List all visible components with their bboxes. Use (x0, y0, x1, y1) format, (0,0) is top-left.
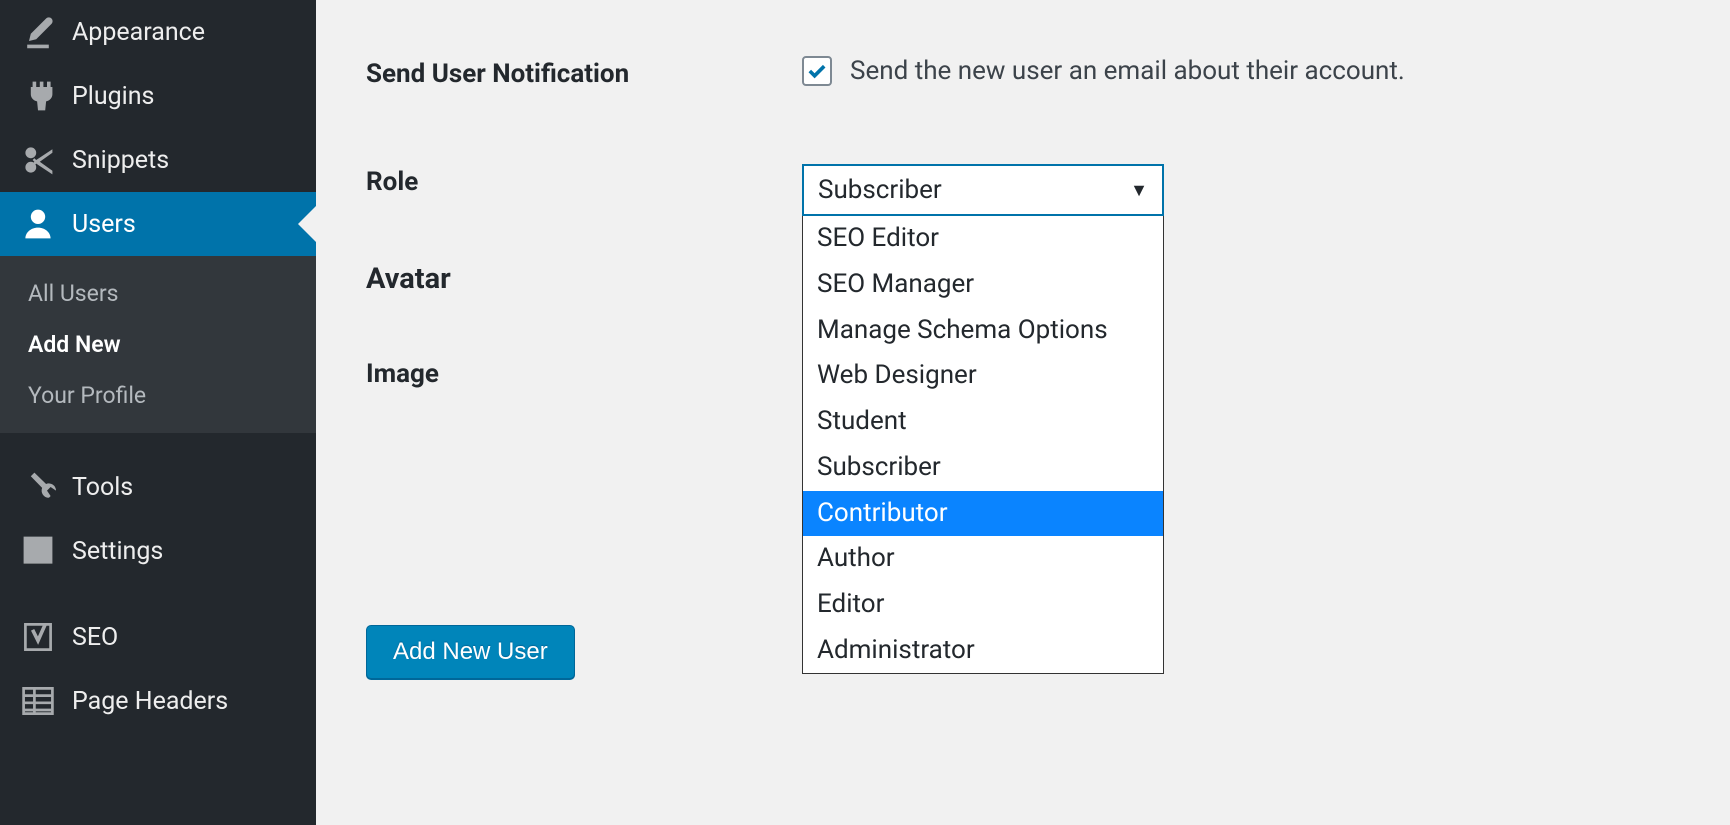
sidebar-item-page-headers[interactable]: Page Headers (0, 669, 316, 733)
notification-row: Send User Notification Send the new user… (366, 56, 1690, 92)
role-dropdown: SEO EditorSEO ManagerManage Schema Optio… (802, 216, 1164, 674)
role-option[interactable]: Author (803, 536, 1163, 582)
wrench-icon (20, 469, 56, 505)
notification-checkbox[interactable] (802, 56, 832, 86)
sidebar-submenu: All Users Add New Your Profile (0, 256, 316, 433)
add-new-user-button[interactable]: Add New User (366, 625, 575, 679)
role-option[interactable]: Web Designer (803, 353, 1163, 399)
sidebar-item-label: Page Headers (72, 687, 228, 716)
role-select-value: Subscriber (818, 175, 942, 205)
role-select-wrapper: Subscriber ▼ SEO EditorSEO ManagerManage… (802, 164, 1164, 216)
sidebar-item-label: Settings (72, 537, 163, 566)
image-label: Image (366, 356, 802, 392)
sidebar-item-users[interactable]: Users (0, 192, 316, 256)
sidebar-item-settings[interactable]: Settings (0, 519, 316, 583)
notification-label: Send User Notification (366, 56, 802, 92)
sidebar-item-label: Snippets (72, 146, 169, 175)
role-option[interactable]: Manage Schema Options (803, 308, 1163, 354)
sidebar-sub-add-new[interactable]: Add New (0, 319, 316, 370)
table-icon (20, 683, 56, 719)
sidebar-item-appearance[interactable]: Appearance (0, 0, 316, 64)
sliders-icon (20, 533, 56, 569)
role-option[interactable]: Student (803, 399, 1163, 445)
sidebar-item-label: Users (72, 210, 136, 239)
sidebar-item-seo[interactable]: SEO (0, 605, 316, 669)
sidebar-item-snippets[interactable]: Snippets (0, 128, 316, 192)
sidebar-item-label: Appearance (72, 18, 205, 47)
plug-icon (20, 78, 56, 114)
sidebar-item-label: SEO (72, 623, 118, 652)
role-option[interactable]: Contributor (803, 491, 1163, 537)
role-select[interactable]: Subscriber ▼ (802, 164, 1164, 216)
sidebar-item-tools[interactable]: Tools (0, 455, 316, 519)
role-option[interactable]: SEO Editor (803, 216, 1163, 262)
role-option[interactable]: Subscriber (803, 445, 1163, 491)
main-content: Send User Notification Send the new user… (316, 0, 1730, 825)
sidebar-sub-your-profile[interactable]: Your Profile (0, 370, 316, 421)
sidebar-sub-all-users[interactable]: All Users (0, 268, 316, 319)
role-option[interactable]: SEO Manager (803, 262, 1163, 308)
sidebar-item-label: Plugins (72, 82, 154, 111)
brush-icon (20, 14, 56, 50)
user-icon (20, 206, 56, 242)
role-row: Role Subscriber ▼ SEO EditorSEO ManagerM… (366, 164, 1690, 216)
role-option[interactable]: Editor (803, 582, 1163, 628)
chevron-down-icon: ▼ (1130, 180, 1148, 201)
sidebar-item-label: Tools (72, 473, 133, 502)
role-option[interactable]: Administrator (803, 628, 1163, 674)
role-label: Role (366, 164, 802, 200)
notification-checkbox-label: Send the new user an email about their a… (850, 56, 1405, 86)
yoast-icon (20, 619, 56, 655)
check-icon (805, 59, 829, 83)
sidebar-item-plugins[interactable]: Plugins (0, 64, 316, 128)
scissors-icon (20, 142, 56, 178)
admin-sidebar: Appearance Plugins Snippets Users All Us… (0, 0, 316, 825)
